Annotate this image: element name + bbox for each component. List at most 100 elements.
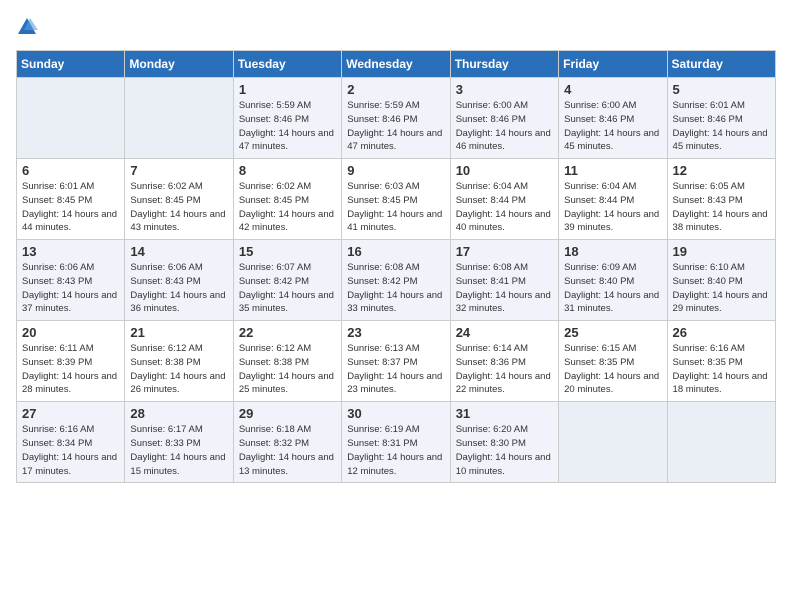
weekday-header: Tuesday (233, 51, 341, 78)
day-number: 8 (239, 163, 336, 178)
calendar-day-cell: 6 Sunrise: 6:01 AM Sunset: 8:45 PM Daylig… (17, 159, 125, 240)
calendar-day-cell: 22 Sunrise: 6:12 AM Sunset: 8:38 PM Dayli… (233, 321, 341, 402)
day-number: 2 (347, 82, 444, 97)
day-info: Sunrise: 6:16 AM Sunset: 8:34 PM Dayligh… (22, 423, 119, 478)
calendar-day-cell: 2 Sunrise: 5:59 AM Sunset: 8:46 PM Daylig… (342, 78, 450, 159)
calendar-day-cell: 8Sunrise: 6:02 AM Sunset: 8:45 PM Daylig… (233, 159, 341, 240)
day-info: Sunrise: 6:09 AM Sunset: 8:40 PM Dayligh… (564, 261, 661, 316)
day-number: 9 (347, 163, 444, 178)
day-info: Sunrise: 6:14 AM Sunset: 8:36 PM Dayligh… (456, 342, 553, 397)
day-number: 20 (22, 325, 119, 340)
day-number: 28 (130, 406, 227, 421)
calendar-day-cell: 7 Sunrise: 6:02 AM Sunset: 8:45 PM Daylig… (125, 159, 233, 240)
weekday-header: Saturday (667, 51, 775, 78)
day-info: Sunrise: 6:08 AM Sunset: 8:41 PM Dayligh… (456, 261, 553, 316)
day-info: Sunrise: 6:01 AM Sunset: 8:46 PM Dayligh… (673, 99, 770, 154)
calendar-day-cell: 19 Sunrise: 6:10 AM Sunset: 8:40 PM Dayli… (667, 240, 775, 321)
day-number: 4 (564, 82, 661, 97)
calendar-day-cell (667, 402, 775, 483)
calendar-week-row: 1 Sunrise: 5:59 AM Sunset: 8:46 PM Daylig… (17, 78, 776, 159)
day-number: 21 (130, 325, 227, 340)
day-info: Sunrise: 6:11 AM Sunset: 8:39 PM Dayligh… (22, 342, 119, 397)
day-info: Sunrise: 6:06 AM Sunset: 8:43 PM Dayligh… (130, 261, 227, 316)
calendar-day-cell: 13Sunrise: 6:06 AM Sunset: 8:43 PM Dayli… (17, 240, 125, 321)
weekday-header: Monday (125, 51, 233, 78)
day-number: 22 (239, 325, 336, 340)
day-info: Sunrise: 6:01 AM Sunset: 8:45 PM Dayligh… (22, 180, 119, 235)
day-info: Sunrise: 6:13 AM Sunset: 8:37 PM Dayligh… (347, 342, 444, 397)
calendar-day-cell (559, 402, 667, 483)
day-number: 16 (347, 244, 444, 259)
calendar-day-cell: 5 Sunrise: 6:01 AM Sunset: 8:46 PM Daylig… (667, 78, 775, 159)
calendar-day-cell: 15Sunrise: 6:07 AM Sunset: 8:42 PM Dayli… (233, 240, 341, 321)
day-number: 25 (564, 325, 661, 340)
weekday-header: Sunday (17, 51, 125, 78)
calendar-header: SundayMondayTuesdayWednesdayThursdayFrid… (17, 51, 776, 78)
day-info: Sunrise: 6:10 AM Sunset: 8:40 PM Dayligh… (673, 261, 770, 316)
day-info: Sunrise: 6:00 AM Sunset: 8:46 PM Dayligh… (456, 99, 553, 154)
day-number: 14 (130, 244, 227, 259)
calendar-day-cell: 23Sunrise: 6:13 AM Sunset: 8:37 PM Dayli… (342, 321, 450, 402)
day-number: 24 (456, 325, 553, 340)
day-number: 29 (239, 406, 336, 421)
logo (16, 16, 42, 38)
day-number: 30 (347, 406, 444, 421)
day-info: Sunrise: 6:03 AM Sunset: 8:45 PM Dayligh… (347, 180, 444, 235)
calendar-day-cell: 1 Sunrise: 5:59 AM Sunset: 8:46 PM Daylig… (233, 78, 341, 159)
calendar-day-cell: 24 Sunrise: 6:14 AM Sunset: 8:36 PM Dayli… (450, 321, 558, 402)
calendar-day-cell: 27Sunrise: 6:16 AM Sunset: 8:34 PM Dayli… (17, 402, 125, 483)
day-number: 19 (673, 244, 770, 259)
calendar-day-cell: 11Sunrise: 6:04 AM Sunset: 8:44 PM Dayli… (559, 159, 667, 240)
day-info: Sunrise: 5:59 AM Sunset: 8:46 PM Dayligh… (239, 99, 336, 154)
day-info: Sunrise: 6:07 AM Sunset: 8:42 PM Dayligh… (239, 261, 336, 316)
calendar-day-cell: 21 Sunrise: 6:12 AM Sunset: 8:38 PM Dayli… (125, 321, 233, 402)
day-info: Sunrise: 6:00 AM Sunset: 8:46 PM Dayligh… (564, 99, 661, 154)
day-info: Sunrise: 6:18 AM Sunset: 8:32 PM Dayligh… (239, 423, 336, 478)
calendar-day-cell: 28Sunrise: 6:17 AM Sunset: 8:33 PM Dayli… (125, 402, 233, 483)
calendar-day-cell: 31 Sunrise: 6:20 AM Sunset: 8:30 PM Dayli… (450, 402, 558, 483)
day-number: 17 (456, 244, 553, 259)
day-info: Sunrise: 6:04 AM Sunset: 8:44 PM Dayligh… (564, 180, 661, 235)
calendar-day-cell: 30 Sunrise: 6:19 AM Sunset: 8:31 PM Dayli… (342, 402, 450, 483)
calendar-day-cell (17, 78, 125, 159)
calendar-day-cell: 12Sunrise: 6:05 AM Sunset: 8:43 PM Dayli… (667, 159, 775, 240)
calendar-week-row: 20 Sunrise: 6:11 AM Sunset: 8:39 PM Dayli… (17, 321, 776, 402)
day-number: 3 (456, 82, 553, 97)
calendar-day-cell: 20 Sunrise: 6:11 AM Sunset: 8:39 PM Dayli… (17, 321, 125, 402)
logo-icon (16, 16, 38, 38)
day-info: Sunrise: 6:19 AM Sunset: 8:31 PM Dayligh… (347, 423, 444, 478)
day-info: Sunrise: 6:20 AM Sunset: 8:30 PM Dayligh… (456, 423, 553, 478)
calendar-day-cell: 3 Sunrise: 6:00 AM Sunset: 8:46 PM Daylig… (450, 78, 558, 159)
day-info: Sunrise: 6:02 AM Sunset: 8:45 PM Dayligh… (130, 180, 227, 235)
day-number: 5 (673, 82, 770, 97)
day-number: 12 (673, 163, 770, 178)
weekday-header: Wednesday (342, 51, 450, 78)
calendar-day-cell: 14 Sunrise: 6:06 AM Sunset: 8:43 PM Dayli… (125, 240, 233, 321)
weekday-header: Thursday (450, 51, 558, 78)
calendar-day-cell: 17 Sunrise: 6:08 AM Sunset: 8:41 PM Dayli… (450, 240, 558, 321)
calendar-day-cell: 25 Sunrise: 6:15 AM Sunset: 8:35 PM Dayli… (559, 321, 667, 402)
day-number: 6 (22, 163, 119, 178)
calendar-table: SundayMondayTuesdayWednesdayThursdayFrid… (16, 50, 776, 483)
day-info: Sunrise: 5:59 AM Sunset: 8:46 PM Dayligh… (347, 99, 444, 154)
day-number: 31 (456, 406, 553, 421)
calendar-day-cell: 4 Sunrise: 6:00 AM Sunset: 8:46 PM Daylig… (559, 78, 667, 159)
day-number: 7 (130, 163, 227, 178)
calendar-day-cell: 10 Sunrise: 6:04 AM Sunset: 8:44 PM Dayli… (450, 159, 558, 240)
calendar-week-row: 27Sunrise: 6:16 AM Sunset: 8:34 PM Dayli… (17, 402, 776, 483)
calendar-day-cell: 18 Sunrise: 6:09 AM Sunset: 8:40 PM Dayli… (559, 240, 667, 321)
day-info: Sunrise: 6:12 AM Sunset: 8:38 PM Dayligh… (239, 342, 336, 397)
day-info: Sunrise: 6:12 AM Sunset: 8:38 PM Dayligh… (130, 342, 227, 397)
day-number: 10 (456, 163, 553, 178)
day-info: Sunrise: 6:08 AM Sunset: 8:42 PM Dayligh… (347, 261, 444, 316)
weekday-header: Friday (559, 51, 667, 78)
calendar-day-cell (125, 78, 233, 159)
day-info: Sunrise: 6:06 AM Sunset: 8:43 PM Dayligh… (22, 261, 119, 316)
calendar-week-row: 6 Sunrise: 6:01 AM Sunset: 8:45 PM Daylig… (17, 159, 776, 240)
day-number: 1 (239, 82, 336, 97)
day-number: 18 (564, 244, 661, 259)
day-number: 26 (673, 325, 770, 340)
day-info: Sunrise: 6:16 AM Sunset: 8:35 PM Dayligh… (673, 342, 770, 397)
day-info: Sunrise: 6:15 AM Sunset: 8:35 PM Dayligh… (564, 342, 661, 397)
day-info: Sunrise: 6:04 AM Sunset: 8:44 PM Dayligh… (456, 180, 553, 235)
